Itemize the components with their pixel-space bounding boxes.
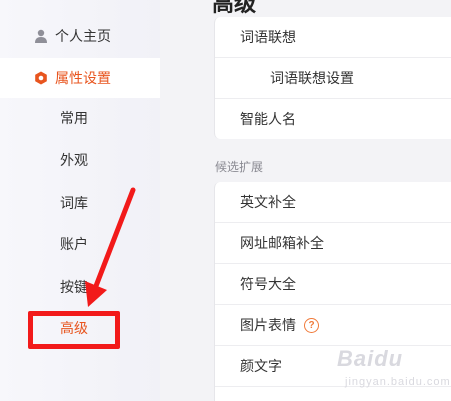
nav-sub-common[interactable]: 常用 bbox=[60, 108, 88, 130]
nav-profile-label: 个人主页 bbox=[55, 29, 111, 45]
baidu-watermark: Baidu jingyan.baidu.com bbox=[323, 346, 450, 396]
nav-settings-label: 属性设置 bbox=[55, 71, 111, 87]
watermark-sub: jingyan.baidu.com bbox=[345, 376, 451, 388]
sidebar: 个人主页 属性设置 常用 外观 词库 账户 按键 高级 bbox=[0, 0, 160, 401]
nav-sub-appearance[interactable]: 外观 bbox=[60, 150, 88, 172]
row-smart-names[interactable]: 智能人名 bbox=[215, 98, 451, 139]
row-picture-emoticons[interactable]: 图片表情 ? bbox=[215, 305, 451, 346]
nav-settings[interactable]: 属性设置 bbox=[0, 58, 160, 98]
page-title: 高级 bbox=[212, 0, 257, 17]
nav-profile[interactable]: 个人主页 bbox=[0, 16, 160, 56]
row-url-email-completion[interactable]: 网址邮箱补全 bbox=[215, 223, 451, 264]
row-english-completion[interactable]: 英文补全 bbox=[215, 182, 451, 223]
card-association: 词语联想 词语联想设置 智能人名 bbox=[214, 17, 451, 139]
hexagon-gear-icon bbox=[34, 71, 48, 85]
row-word-association[interactable]: 词语联想 bbox=[215, 17, 451, 58]
watermark-brand: Baidu bbox=[337, 346, 404, 371]
main-panel: 高级 词语联想 词语联想设置 智能人名 候选扩展 英文补全 网址邮箱补全 符号大… bbox=[160, 0, 451, 401]
row-word-association-settings[interactable]: 词语联想设置 bbox=[215, 58, 451, 99]
row-picture-emoticons-label: 图片表情 bbox=[240, 318, 296, 334]
section-label-candidate-extension: 候选扩展 bbox=[215, 160, 264, 174]
annotation-highlight-box bbox=[28, 311, 120, 349]
person-icon bbox=[34, 29, 48, 43]
annotation-arrow-icon bbox=[85, 187, 136, 307]
help-icon[interactable]: ? bbox=[304, 317, 319, 333]
row-symbol-collection[interactable]: 符号大全 bbox=[215, 264, 451, 305]
